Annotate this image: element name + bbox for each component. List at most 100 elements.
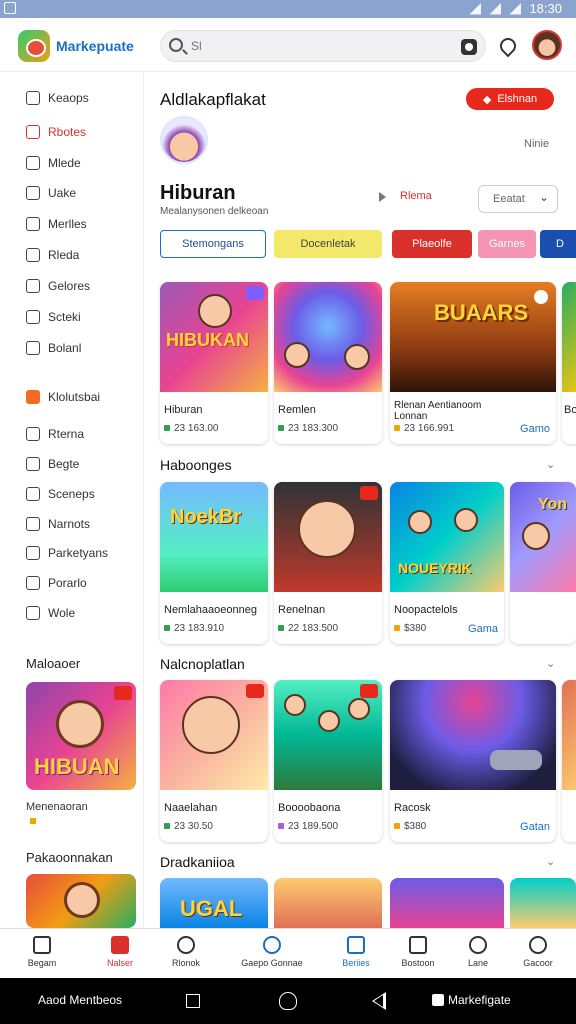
sidebar-item[interactable]: Keaops	[26, 88, 89, 108]
game-card[interactable]: NoekBr Nemlahaaoeonneg 23 183.910	[160, 482, 268, 644]
sidebar-item[interactable]: Gelores	[26, 276, 90, 296]
clock: 18:30	[529, 1, 562, 16]
search-input[interactable]	[191, 37, 451, 55]
game-card[interactable]	[390, 878, 504, 928]
character-illustration	[408, 510, 432, 534]
play-icon[interactable]	[379, 192, 386, 202]
search-icon	[469, 936, 487, 954]
pin-icon	[26, 576, 40, 590]
game-card[interactable]	[274, 878, 382, 928]
nav-item-search[interactable]: Rlonok	[154, 933, 218, 977]
badge	[114, 686, 132, 700]
sidebar-item-active[interactable]: Rbotes	[26, 122, 86, 142]
game-card[interactable]: UGAL	[160, 878, 268, 928]
nav-item-games[interactable]: Gaepo Gonnae	[236, 933, 308, 977]
square-icon	[26, 156, 40, 170]
filter-chip[interactable]: D	[540, 230, 576, 258]
game-title: Naaelahan	[164, 802, 218, 814]
game-card[interactable]: Renelnan 22 183.500	[274, 482, 382, 644]
chevron-down-icon[interactable]: ⌄	[546, 657, 555, 670]
character-illustration	[284, 694, 306, 716]
more-link[interactable]: Ninie	[524, 138, 549, 150]
camera-search-icon[interactable]	[461, 39, 477, 55]
profile-avatar[interactable]	[160, 116, 208, 164]
sidebar-item[interactable]: Bolanl	[26, 338, 81, 358]
sidebar-item[interactable]: Rterna	[26, 424, 84, 444]
promo-button[interactable]: ◆ Elshnan	[466, 88, 554, 110]
info-icon[interactable]	[534, 290, 548, 304]
badge	[360, 684, 378, 698]
system-navigation-bar: Aaod Mentbeos Markefigate	[0, 978, 576, 1024]
sidebar-item[interactable]: Merlles	[26, 214, 87, 234]
game-card[interactable]: NOUEYRIK Noopactelols $380 Gama	[390, 482, 504, 644]
badge	[360, 486, 378, 500]
game-card[interactable]	[510, 878, 576, 928]
filter-chip[interactable]: Docenletak	[274, 230, 382, 258]
sidebar-item[interactable]: Parketyans	[26, 543, 108, 563]
game-card[interactable]: Boooobaona 23 189.500	[274, 680, 382, 842]
game-card-partial[interactable]	[562, 680, 576, 842]
chevron-down-icon[interactable]: ⌄	[546, 458, 555, 471]
system-nav-right-text[interactable]: Markefigate	[448, 993, 511, 1007]
featured-card[interactable]: HIBUAN	[26, 682, 136, 790]
back-icon[interactable]	[372, 992, 386, 1010]
character-illustration	[198, 294, 232, 328]
sidebar-item[interactable]: Narnots	[26, 514, 90, 534]
game-card-partial[interactable]: Bo	[562, 282, 576, 444]
sidebar-item[interactable]: Mlede	[26, 153, 81, 173]
featured-card[interactable]	[26, 874, 136, 928]
chevron-down-icon[interactable]: ⌄	[546, 855, 555, 868]
battery-icon	[509, 2, 522, 15]
sidebar-section-header[interactable]: Klolutsbai	[26, 387, 100, 407]
row-title: Haboonges	[160, 457, 232, 473]
sidebar-item[interactable]: Sceneps	[26, 484, 95, 504]
filter-link[interactable]: Rlema	[400, 190, 432, 202]
game-rating: 23 30.50	[164, 821, 213, 832]
game-card[interactable]: HIBUKAN Hiburan 23 163.00	[160, 282, 268, 444]
home-icon[interactable]	[279, 992, 297, 1010]
sidebar-item[interactable]: Scteki	[26, 307, 81, 327]
sidebar-item[interactable]: Begte	[26, 454, 79, 474]
system-nav-left-text[interactable]: Aaod Mentbeos	[38, 993, 122, 1007]
game-card-partial[interactable]: Yon	[510, 482, 576, 644]
brand-name: Markepuate	[56, 38, 134, 54]
sort-select[interactable]: Eeatat	[478, 185, 558, 213]
filter-chip[interactable]: Stemongans	[160, 230, 266, 258]
notification-icon	[4, 2, 16, 14]
game-tag: Gama	[468, 623, 498, 635]
app-logo-icon[interactable]	[18, 30, 50, 62]
avatar[interactable]	[532, 30, 562, 60]
location-icon[interactable]	[496, 34, 520, 58]
frame-icon	[26, 546, 40, 560]
sidebar-item[interactable]: Uake	[26, 183, 76, 203]
game-card[interactable]: BUAARS Rlenan Aentianoom Lonnan 23 166.9…	[390, 282, 556, 444]
rating-star-icon	[30, 818, 36, 824]
bag-icon	[347, 936, 365, 954]
sidebar-item[interactable]: Rleda	[26, 245, 79, 265]
game-card[interactable]: Naaelahan 23 30.50	[160, 680, 268, 842]
search-bar[interactable]	[160, 30, 486, 62]
car-illustration	[490, 750, 542, 770]
briefcase-icon	[26, 310, 40, 324]
sidebar-item[interactable]: Porarlo	[26, 573, 87, 593]
game-card[interactable]: Racosk $380 Gatan	[390, 680, 556, 842]
nav-item-more[interactable]: Gacoor	[506, 933, 570, 977]
nav-item-store[interactable]: Nalser	[88, 933, 152, 977]
game-rating: $380	[394, 821, 426, 832]
badge	[246, 286, 264, 300]
nav-item-series[interactable]: Beriies	[324, 933, 388, 977]
game-art	[390, 680, 556, 790]
nav-item-home[interactable]: Begam	[10, 933, 74, 977]
recents-icon[interactable]	[186, 994, 200, 1008]
sidebar-item[interactable]: Wole	[26, 603, 75, 623]
nav-item-lane[interactable]: Lane	[446, 933, 510, 977]
sidebar: Keaops Rbotes Mlede Uake Merlles Rleda G…	[0, 72, 144, 928]
filter-chip[interactable]: Plaeolfe	[392, 230, 472, 258]
game-card[interactable]: Remlen 23 183.300	[274, 282, 382, 444]
search-icon	[529, 936, 547, 954]
character-illustration	[454, 508, 478, 532]
character-illustration	[64, 882, 100, 918]
game-art: BUAARS	[390, 282, 556, 392]
filter-chip[interactable]: Garnes	[478, 230, 536, 258]
nav-item-notifications[interactable]: Bostoon	[386, 933, 450, 977]
